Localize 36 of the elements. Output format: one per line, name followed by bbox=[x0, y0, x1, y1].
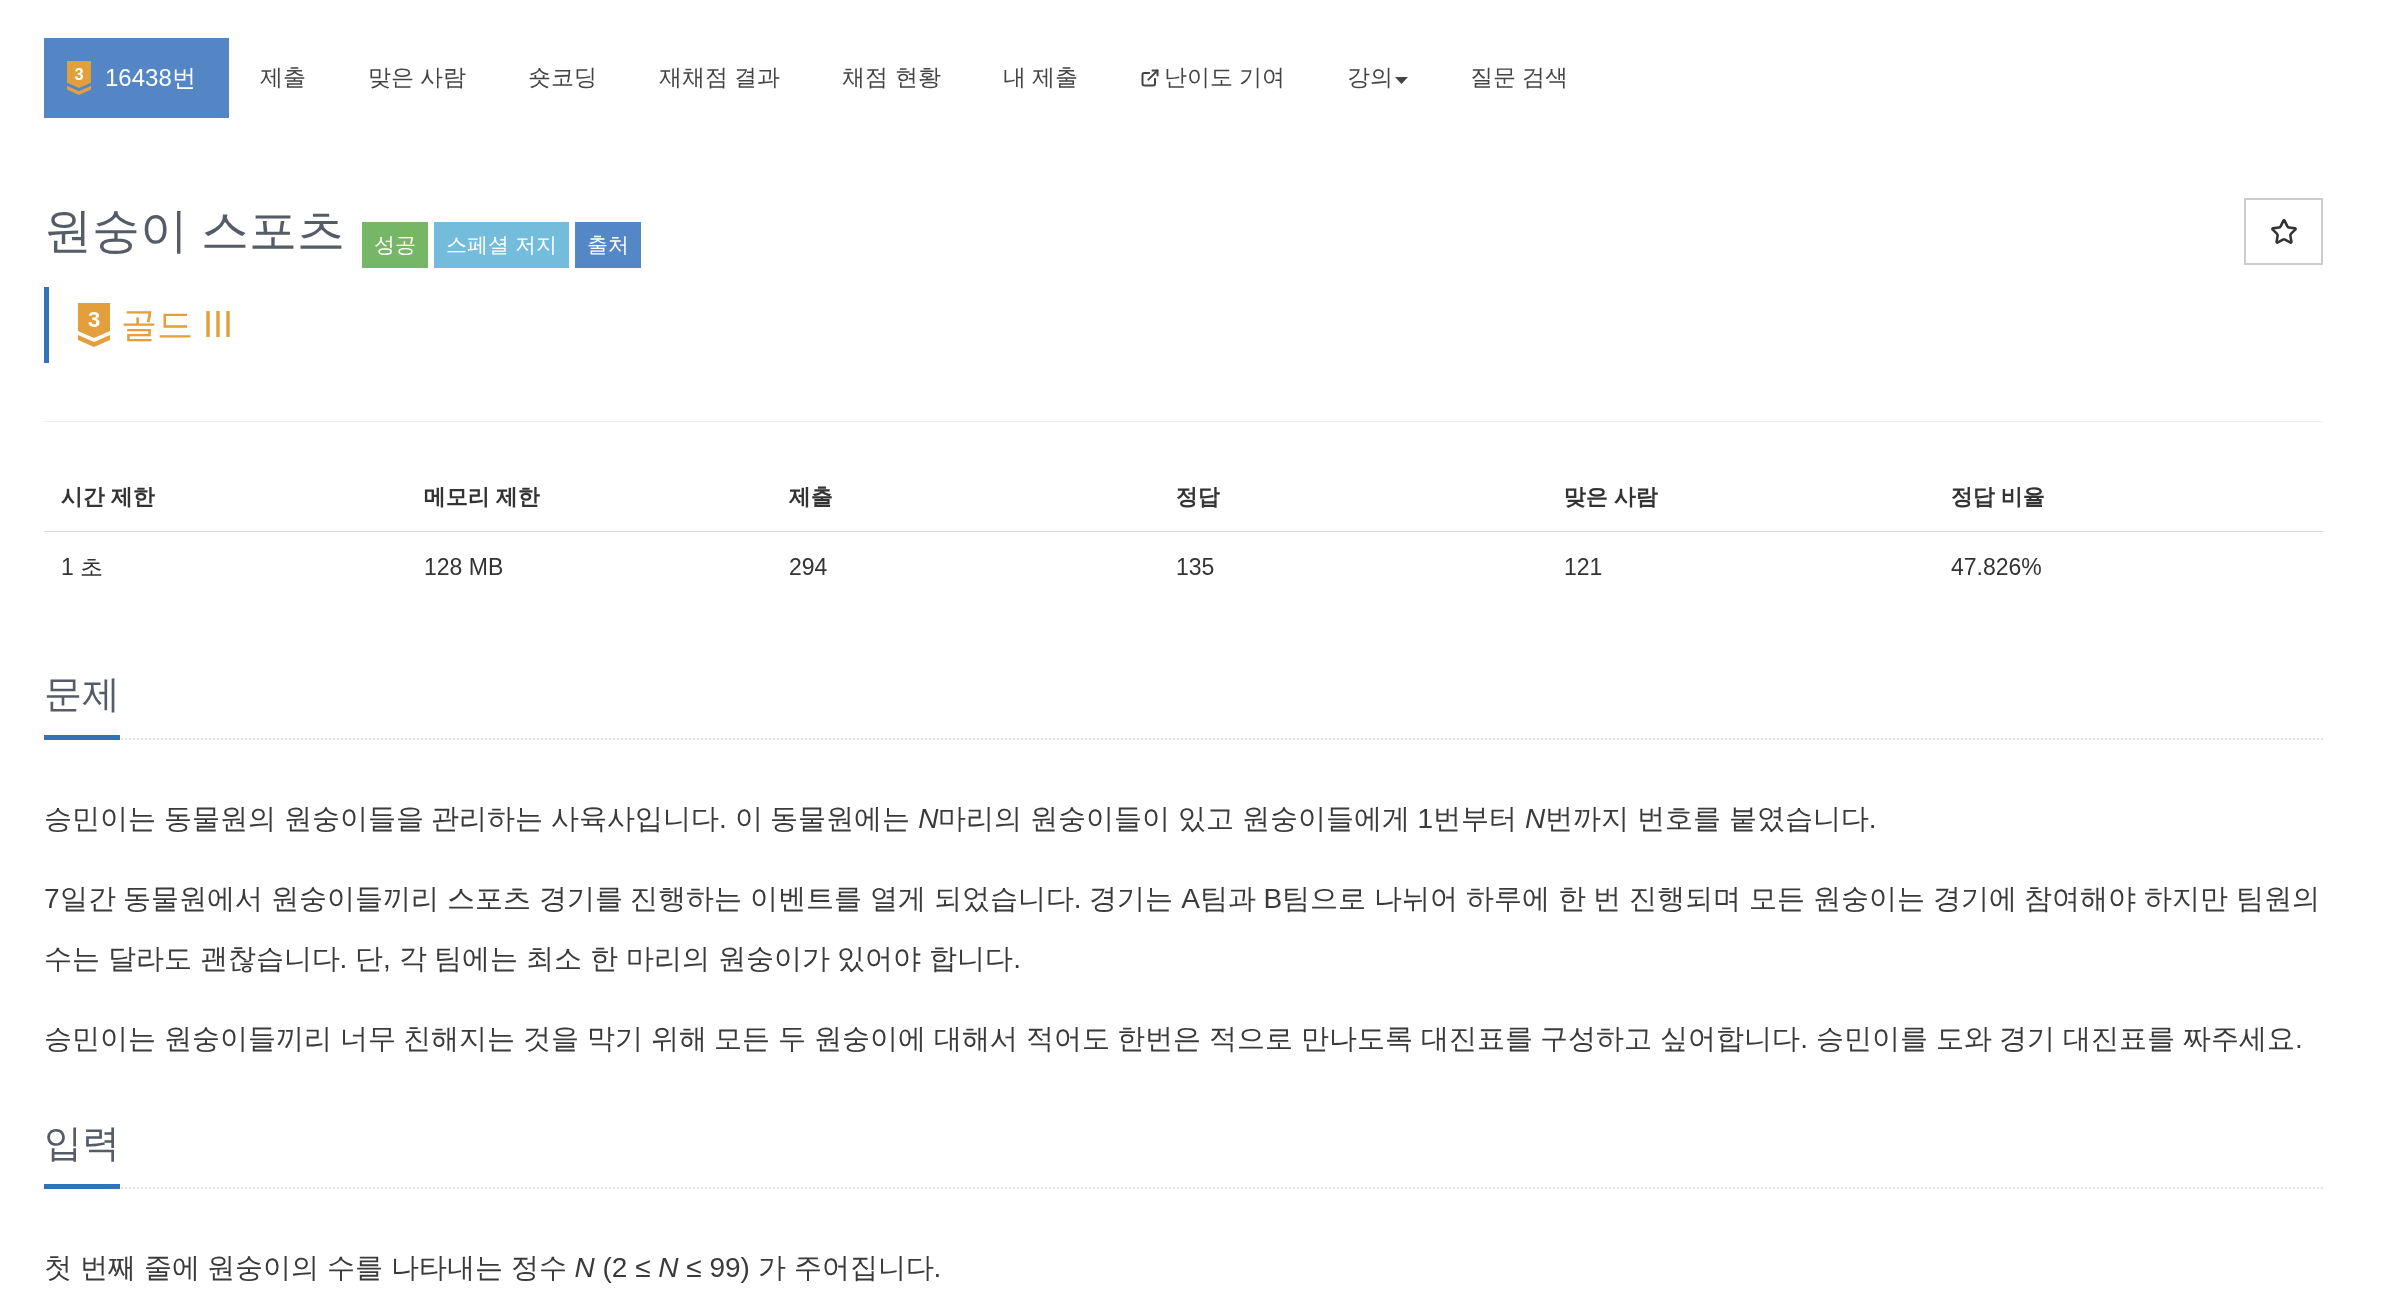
nav-tab[interactable]: 강의 bbox=[1316, 38, 1440, 118]
table-cell-text: 47.826% bbox=[1950, 552, 2043, 582]
problem-paragraph: 첫 번째 줄에 원숭이의 수를 나타내는 정수 N (2 ≤ N ≤ 99) 가 주어집니다. bbox=[44, 1251, 943, 1285]
nav-tab[interactable]: 맞은 사람 bbox=[336, 38, 497, 118]
problem-title: 원숭이 스포츠 bbox=[44, 203, 346, 259]
nav-tab[interactable]: 채점 현황 bbox=[811, 38, 972, 118]
table-header-cell: 맞은 사람 bbox=[1547, 462, 1934, 532]
nav-tab[interactable]: 재채점 결과 bbox=[628, 38, 812, 118]
table-header-cell: 메모리 제한 bbox=[407, 462, 772, 532]
table-cell-text: 294 bbox=[788, 552, 829, 582]
table-header-cell: 정답 비율 bbox=[1934, 462, 2323, 532]
table-cell-text: 128 MB bbox=[423, 552, 505, 582]
nav-tab[interactable]: 제출 bbox=[228, 38, 337, 118]
nav-tab[interactable]: 숏코딩 bbox=[497, 38, 628, 118]
table-cell-text: 121 bbox=[1563, 552, 1604, 582]
external-link-icon bbox=[1139, 68, 1160, 88]
problem-label: 출처 bbox=[575, 222, 642, 268]
caret-icon bbox=[1395, 76, 1409, 84]
section-heading: 입력 bbox=[44, 1118, 120, 1189]
section-heading: 문제 bbox=[44, 669, 120, 740]
nav-tab[interactable]: 난이도 기여 bbox=[1108, 38, 1317, 118]
nav-tab[interactable]: 3 16438번 bbox=[44, 38, 229, 118]
problem-paragraph: 7일간 동물원에서 원숭이들끼리 스포츠 경기를 진행하는 이벤트를 열게 되었습니다. 경기는 A팀과 B팀으로 나뉘어 하루에 한 번 진행되며 모든 원숭이는 경기에 참여해야 하지만 팀원의 수는 달라도 괜찮습니다. 단, 각 팀에는 최소 한 마리의 원숭이가 있어야 합니다. bbox=[44, 882, 2321, 976]
nav-tab[interactable]: 질문 검색 bbox=[1439, 38, 1600, 118]
table-cell-text: 135 bbox=[1175, 552, 1216, 582]
problem-label: 스페셜 저지 bbox=[434, 222, 570, 268]
problem-paragraph: 승민이는 동물원의 원숭이들을 관리하는 사육사입니다. 이 동물원에는 N마리의 원숭이들이 있고 원숭이들에게 1번부터 N번까지 번호를 붙였습니다. bbox=[44, 802, 1878, 836]
problem-paragraph: 승민이는 원숭이들끼리 너무 친해지는 것을 막기 위해 모든 두 원숭이에 대해서 적어도 한번은 적으로 만나도록 대진표를 구성하고 싶어합니다. 승민이를 도와 경기 대진표를 짜주세요. bbox=[44, 1022, 2304, 1056]
table-header-cell: 정답 bbox=[1159, 462, 1547, 532]
table-header-cell: 시간 제한 bbox=[44, 462, 407, 532]
table-cell-text: 1 초 bbox=[60, 552, 105, 582]
favorite-button[interactable] bbox=[2244, 198, 2323, 265]
tier-name: 골드 III bbox=[121, 303, 233, 347]
table-header-cell: 제출 bbox=[772, 462, 1159, 532]
nav-tab[interactable]: 내 제출 bbox=[971, 38, 1109, 118]
problem-label: 성공 bbox=[362, 222, 429, 268]
